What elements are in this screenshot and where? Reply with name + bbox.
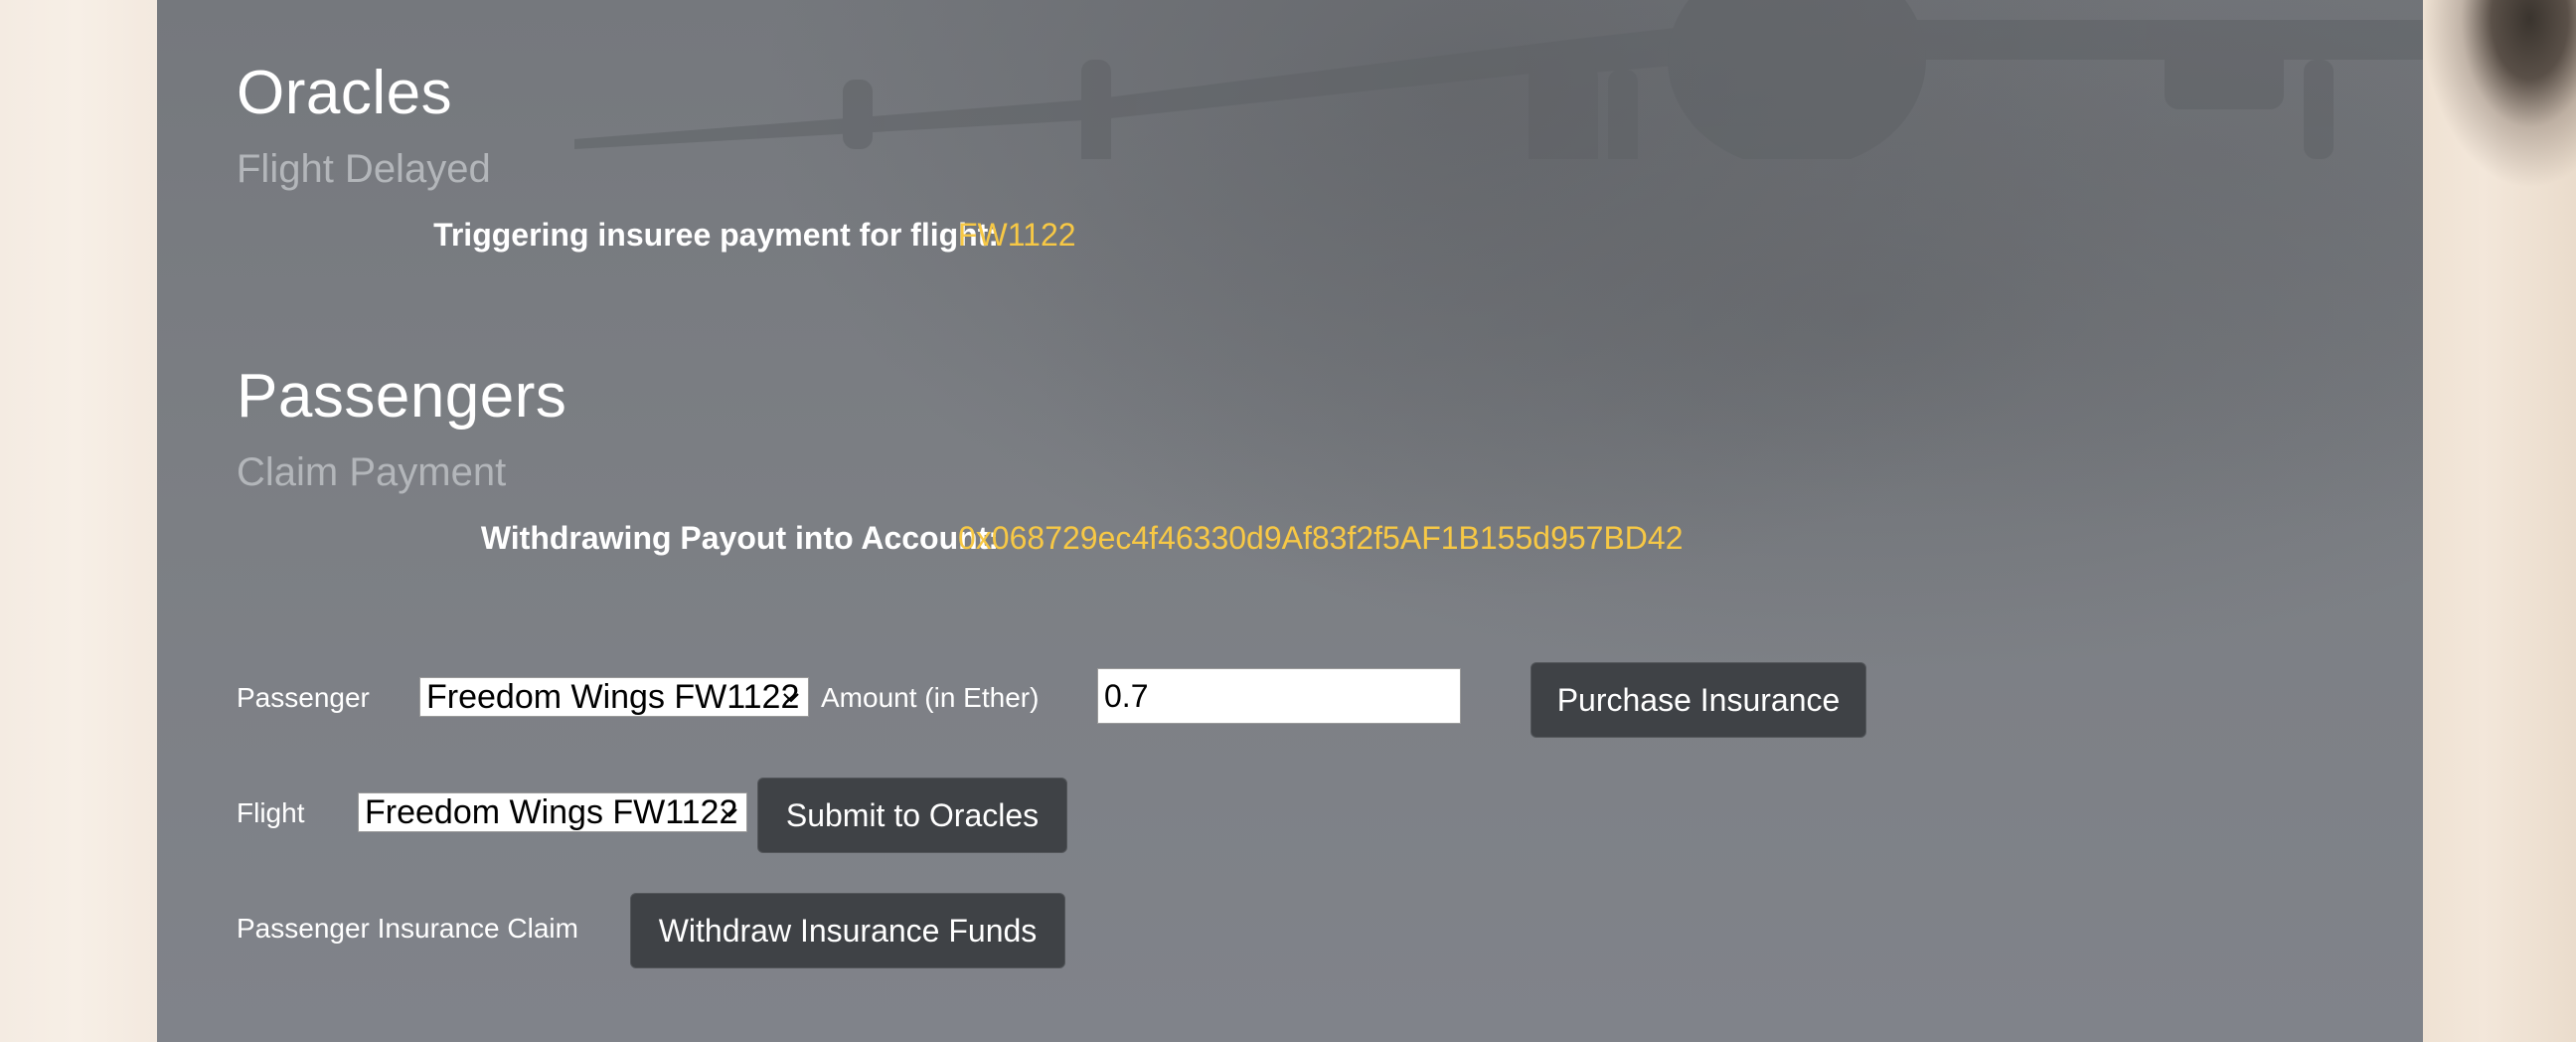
payout-account-value: 0x068729ec4f46330d9Af83f2f5AF1B155d957BD… [958, 520, 1684, 556]
passengers-info-label: Withdrawing Payout into Account: [480, 520, 999, 556]
oracles-flight-value: FW1122 [958, 217, 1076, 253]
amount-label: Amount (in Ether) [821, 682, 1040, 713]
airplane-background-image [574, 0, 2423, 159]
chevron-down-icon [783, 693, 799, 703]
flight-label: Flight [237, 797, 305, 828]
background-photo-detail [2422, 0, 2576, 189]
passengers-title: Passengers [237, 362, 567, 431]
passengers-subtitle: Claim Payment [237, 450, 507, 494]
passenger-label: Passenger [237, 682, 370, 713]
flight-select[interactable]: Freedom Wings FW1122 [358, 792, 747, 832]
passenger-select-value: Freedom Wings FW1122 [426, 677, 800, 716]
passenger-select[interactable]: Freedom Wings FW1122 [419, 677, 809, 717]
main-panel: Oracles Flight Delayed Triggering insure… [157, 0, 2423, 1042]
purchase-insurance-button[interactable]: Purchase Insurance [1530, 662, 1866, 738]
submit-to-oracles-button[interactable]: Submit to Oracles [757, 778, 1067, 853]
flight-select-value: Freedom Wings FW1122 [365, 792, 738, 831]
passenger-insurance-claim-label: Passenger Insurance Claim [237, 913, 578, 944]
amount-input[interactable]: 0.7 [1097, 668, 1461, 724]
oracles-subtitle: Flight Delayed [237, 147, 491, 191]
oracles-title: Oracles [237, 59, 453, 127]
chevron-down-icon [722, 808, 737, 818]
withdraw-insurance-funds-button[interactable]: Withdraw Insurance Funds [630, 893, 1065, 968]
oracles-info-label: Triggering insuree payment for flight: [433, 217, 999, 253]
